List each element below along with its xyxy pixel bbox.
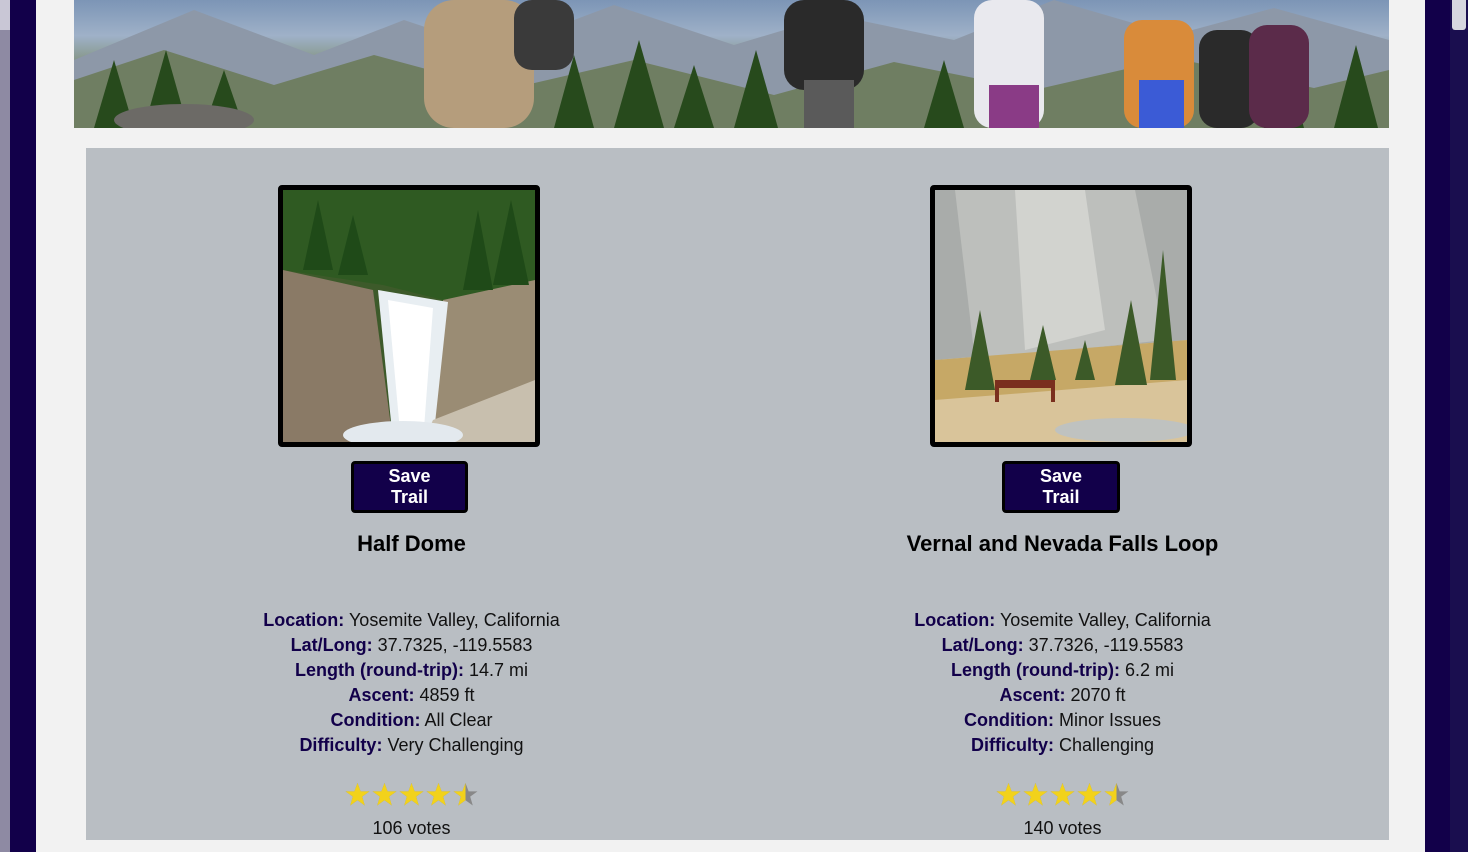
star-icon[interactable] — [996, 782, 1021, 807]
detail-condition: Condition: All Clear — [330, 710, 493, 730]
detail-difficulty: Difficulty: Challenging — [970, 735, 1155, 755]
window-edge — [0, 30, 10, 852]
detail-difficulty: Difficulty: Very Challenging — [299, 735, 524, 755]
hikers-banner-image — [74, 0, 1389, 128]
star-rating[interactable] — [86, 782, 737, 807]
waterfall-photo — [283, 190, 535, 442]
star-icon[interactable] — [453, 782, 478, 807]
detail-location: Location: Yosemite Valley, California — [263, 610, 560, 630]
save-trail-button[interactable]: Save Trail — [351, 461, 468, 513]
window-edge — [0, 0, 10, 30]
star-icon[interactable] — [1104, 782, 1129, 807]
granite-cliff-photo — [935, 190, 1187, 442]
trail-name[interactable]: Half Dome — [86, 531, 737, 557]
trail-details: Location: Yosemite Valley, California La… — [737, 608, 1388, 758]
star-icon[interactable] — [426, 782, 451, 807]
page-content: Save Trail Half Dome Location: Yosemite … — [36, 0, 1425, 852]
vote-count: 140 votes — [1023, 818, 1102, 838]
detail-latlong: Lat/Long: 37.7325, -119.5583 — [290, 635, 533, 655]
star-rating[interactable] — [737, 782, 1388, 807]
detail-ascent: Ascent: 4859 ft — [348, 685, 475, 705]
detail-location: Location: Yosemite Valley, California — [914, 610, 1211, 630]
detail-length: Length (round-trip): 6.2 mi — [951, 660, 1174, 680]
trail-card: Save Trail Vernal and Nevada Falls Loop … — [737, 148, 1388, 840]
trail-name[interactable]: Vernal and Nevada Falls Loop — [737, 531, 1388, 557]
detail-latlong: Lat/Long: 37.7326, -119.5583 — [941, 635, 1184, 655]
detail-condition: Condition: Minor Issues — [963, 710, 1162, 730]
star-icon[interactable] — [345, 782, 370, 807]
detail-ascent: Ascent: 2070 ft — [999, 685, 1126, 705]
detail-length: Length (round-trip): 14.7 mi — [295, 660, 528, 680]
scrollbar-track[interactable] — [1450, 0, 1468, 852]
save-trail-button[interactable]: Save Trail — [1002, 461, 1120, 513]
vote-count: 106 votes — [372, 818, 451, 838]
scrollbar-thumb[interactable] — [1452, 0, 1466, 30]
star-icon[interactable] — [372, 782, 397, 807]
trail-photo[interactable] — [278, 185, 540, 447]
hero-banner — [74, 0, 1389, 128]
star-icon[interactable] — [399, 782, 424, 807]
star-icon[interactable] — [1023, 782, 1048, 807]
trail-details: Location: Yosemite Valley, California La… — [86, 608, 737, 758]
trail-card: Save Trail Half Dome Location: Yosemite … — [86, 148, 737, 840]
trail-photo[interactable] — [930, 185, 1192, 447]
star-icon[interactable] — [1050, 782, 1075, 807]
trail-results-panel: Save Trail Half Dome Location: Yosemite … — [86, 148, 1389, 840]
star-icon[interactable] — [1077, 782, 1102, 807]
